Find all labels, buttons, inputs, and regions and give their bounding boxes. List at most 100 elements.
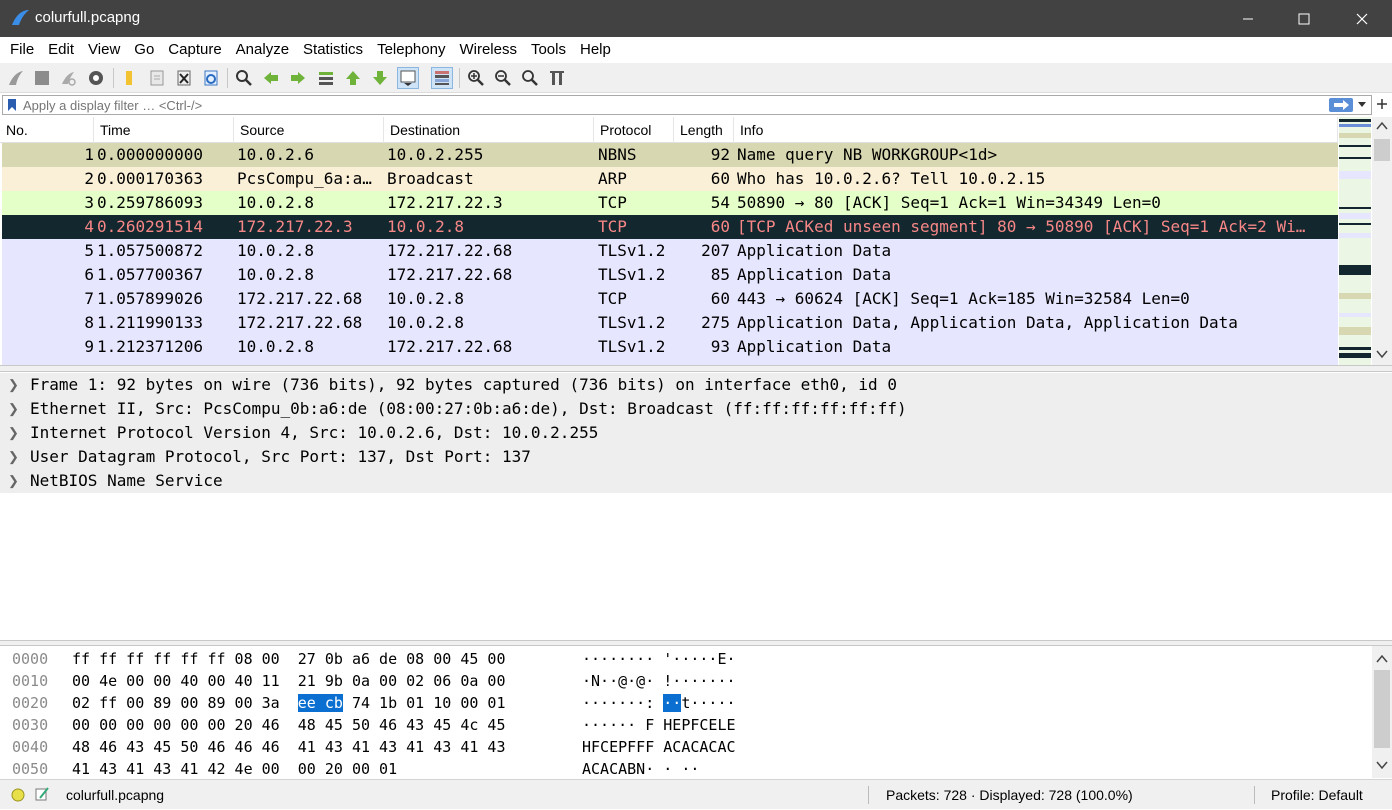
expand-arrow-icon[interactable]: ❯ [8, 397, 19, 421]
bytes-scrollbar[interactable] [1372, 646, 1392, 778]
column-destination[interactable]: Destination [384, 117, 594, 143]
normal-size-icon[interactable] [519, 67, 541, 89]
menu-edit[interactable]: Edit [41, 37, 81, 63]
resize-columns-icon[interactable] [546, 67, 568, 89]
reload-icon[interactable] [200, 67, 222, 89]
chevron-down-icon[interactable] [1357, 101, 1367, 109]
packet-cell-info: Application Data [737, 265, 892, 284]
packet-row[interactable]: 1 0.000000000 10.0.2.6 10.0.2.255 NBNS 92 Name… [2, 143, 1338, 167]
packet-row[interactable]: 2 0.000170363 PcsCompu_6a:a… Broadcast ARP 60… [2, 167, 1338, 191]
packet-row[interactable]: 9 1.212371206 10.0.2.8 172.217.22.68 TLSv1.2… [2, 335, 1338, 359]
hex-bytes-text: 48 46 43 45 50 46 46 46 41 43 41 43 41 4… [72, 738, 506, 756]
status-profile[interactable]: Profile: Default [1271, 780, 1363, 810]
save-file-icon[interactable] [146, 67, 168, 89]
expand-arrow-icon[interactable]: ❯ [8, 445, 19, 469]
packet-row[interactable]: 6 1.057700367 10.0.2.8 172.217.22.68 TLSv1.2… [2, 263, 1338, 287]
menu-analyze[interactable]: Analyze [229, 37, 296, 63]
packet-cell-src: 10.0.2.6 [237, 145, 315, 164]
comment-edit-icon[interactable] [34, 786, 50, 802]
hex-row[interactable]: 0050 41 43 41 43 41 42 4e 00 00 20 00 01 A… [0, 758, 1372, 778]
packet-row[interactable]: 7 1.057899026 172.217.22.68 10.0.2.8 TCP 60 44… [2, 287, 1338, 311]
expand-arrow-icon[interactable]: ❯ [8, 373, 19, 397]
expand-arrow-icon[interactable]: ❯ [8, 421, 19, 445]
packet-cell-src: 172.217.22.3 [237, 217, 353, 236]
zoom-in-icon[interactable] [465, 67, 487, 89]
packet-cell-info: 50890 → 80 [ACK] Seq=1 Ack=1 Win=34349 L… [737, 193, 1161, 212]
menu-file[interactable]: File [3, 37, 41, 63]
packet-cell-time: 0.259786093 [97, 193, 203, 212]
go-to-packet-icon[interactable] [315, 67, 337, 89]
open-folder-icon[interactable] [118, 67, 140, 89]
packet-row[interactable]: 4 0.260291514 172.217.22.3 10.0.2.8 TCP 60 [TC… [2, 215, 1338, 239]
minimize-button[interactable] [1220, 0, 1276, 37]
packet-row[interactable]: 5 1.057500872 10.0.2.8 172.217.22.68 TLSv1.2… [2, 239, 1338, 263]
hex-row[interactable]: 0040 48 46 43 45 50 46 46 46 41 43 41 43 … [0, 736, 1372, 758]
bookmark-icon[interactable] [7, 98, 17, 112]
scroll-down-icon[interactable] [1376, 760, 1388, 770]
scroll-up-icon[interactable] [1376, 654, 1388, 664]
expert-info-icon[interactable] [10, 787, 26, 803]
stop-icon[interactable] [31, 67, 53, 89]
column-protocol[interactable]: Protocol [594, 117, 674, 143]
hex-row[interactable]: 0000 ff ff ff ff ff ff 08 00 27 0b a6 de … [0, 648, 1372, 670]
hex-row[interactable]: 0010 00 4e 00 00 40 00 40 11 21 9b 0a 00 … [0, 670, 1372, 692]
menu-telephony[interactable]: Telephony [370, 37, 452, 63]
detail-row-ipv4[interactable]: ❯ Internet Protocol Version 4, Src: 10.0.… [0, 421, 1392, 445]
menu-help[interactable]: Help [573, 37, 618, 63]
detail-row-frame[interactable]: ❯ Frame 1: 92 bytes on wire (736 bits), 9… [0, 373, 1392, 397]
last-packet-icon[interactable] [369, 67, 391, 89]
packet-minimap[interactable] [1339, 117, 1371, 365]
menu-wireless[interactable]: Wireless [452, 37, 524, 63]
packet-cell-info: 443 → 60624 [ACK] Seq=1 Ack=185 Win=3258… [737, 289, 1190, 308]
packet-cell-time: 0.260291514 [97, 217, 203, 236]
apply-filter-button[interactable] [1329, 98, 1353, 112]
menu-view[interactable]: View [81, 37, 127, 63]
column-source[interactable]: Source [234, 117, 384, 143]
restart-icon[interactable] [57, 67, 79, 89]
forward-arrow-icon[interactable] [287, 67, 309, 89]
maximize-button[interactable] [1276, 0, 1332, 37]
detail-row-udp[interactable]: ❯ User Datagram Protocol, Src Port: 137, … [0, 445, 1392, 469]
zoom-out-icon[interactable] [492, 67, 514, 89]
hex-bytes: 00 4e 00 00 40 00 40 11 21 9b 0a 00 02 0… [72, 670, 505, 692]
close-file-icon[interactable] [173, 67, 195, 89]
menu-tools[interactable]: Tools [524, 37, 573, 63]
packet-cell-time: 0.000000000 [97, 145, 203, 164]
autoscroll-icon[interactable] [397, 67, 419, 89]
shark-fin-icon[interactable] [5, 67, 27, 89]
detail-row-ethernet[interactable]: ❯ Ethernet II, Src: PcsCompu_0b:a6:de (08… [0, 397, 1392, 421]
packet-list-scrollbar[interactable] [1372, 117, 1392, 365]
packet-row[interactable]: 8 1.211990133 172.217.22.68 10.0.2.8 TLSv1.2… [2, 311, 1338, 335]
menu-go[interactable]: Go [127, 37, 161, 63]
column-time[interactable]: Time [94, 117, 234, 143]
scroll-thumb[interactable] [1374, 139, 1390, 161]
expand-arrow-icon[interactable]: ❯ [8, 469, 19, 493]
close-button[interactable] [1334, 0, 1390, 37]
menu-statistics[interactable]: Statistics [296, 37, 370, 63]
main-toolbar [0, 63, 1392, 93]
colorize-icon[interactable] [431, 67, 453, 89]
hex-row[interactable]: 0020 02 ff 00 89 00 89 00 3a ee cb 74 1b … [0, 692, 1372, 714]
menu-capture[interactable]: Capture [161, 37, 228, 63]
column-length[interactable]: Length [674, 117, 734, 143]
find-icon[interactable] [233, 67, 255, 89]
hex-row[interactable]: 0030 00 00 00 00 00 00 20 46 48 45 50 46 … [0, 714, 1372, 736]
scroll-down-icon[interactable] [1376, 349, 1388, 359]
add-filter-button-icon[interactable] [1376, 98, 1388, 110]
pane-splitter[interactable] [0, 365, 1392, 372]
packet-cell-time: 1.212371206 [97, 337, 203, 356]
options-gear-icon[interactable] [85, 67, 107, 89]
first-packet-icon[interactable] [342, 67, 364, 89]
packet-cell-len: 60 [710, 169, 730, 188]
column-no[interactable]: No. [0, 117, 94, 143]
hex-bytes: 41 43 41 43 41 42 4e 00 00 20 00 01 [72, 758, 397, 778]
scroll-up-icon[interactable] [1376, 121, 1388, 131]
column-info[interactable]: Info [734, 117, 1338, 143]
scroll-thumb[interactable] [1374, 670, 1390, 748]
back-arrow-icon[interactable] [260, 67, 282, 89]
detail-row-nbns[interactable]: ❯ NetBIOS Name Service [0, 469, 1392, 493]
hex-bytes-text: 02 ff 00 89 00 89 00 3a [72, 694, 298, 712]
packet-cell-no: 7 [84, 289, 94, 308]
packet-row[interactable]: 3 0.259786093 10.0.2.8 172.217.22.3 TCP 54 508… [2, 191, 1338, 215]
display-filter-input[interactable] [23, 96, 1313, 114]
